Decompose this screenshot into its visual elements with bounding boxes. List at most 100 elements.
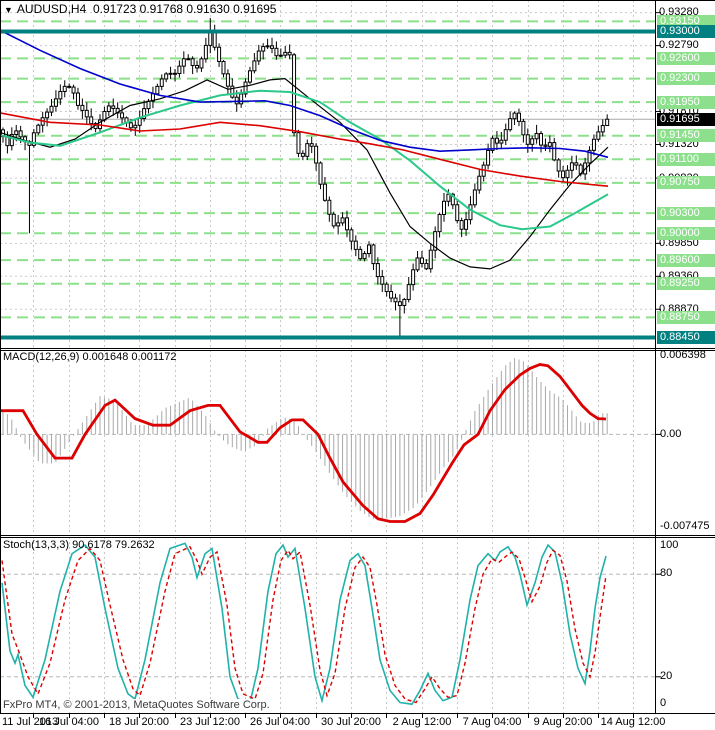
candle-body bbox=[512, 112, 517, 120]
time-axis-label: 16 Jul 04:00 bbox=[39, 716, 99, 728]
candle-body bbox=[428, 249, 433, 270]
chart-canvas[interactable] bbox=[0, 0, 715, 730]
candle-body bbox=[380, 276, 385, 285]
time-axis-label: 14 Aug 12:00 bbox=[600, 716, 666, 728]
candle-body bbox=[362, 253, 367, 260]
candle-body bbox=[146, 100, 151, 110]
candle-body bbox=[464, 219, 469, 230]
price-axis-label: 0.91950 bbox=[657, 95, 715, 109]
candle-body bbox=[283, 51, 288, 56]
time-axis-label: 9 Aug 20:00 bbox=[533, 716, 593, 728]
stoch-axis-20: 20 bbox=[660, 670, 673, 682]
candle-body bbox=[265, 45, 270, 48]
candle-body bbox=[133, 124, 138, 129]
candle-body bbox=[137, 117, 142, 126]
candle-body bbox=[336, 222, 341, 227]
price-axis-label: 0.90000 bbox=[657, 226, 715, 240]
candle-body bbox=[384, 283, 389, 293]
candle-body bbox=[53, 98, 58, 107]
macd-axis-max: 0.006398 bbox=[660, 349, 706, 361]
candle-body bbox=[14, 130, 19, 136]
candle-body bbox=[247, 70, 252, 83]
candle-body bbox=[225, 73, 230, 87]
candle-body bbox=[322, 183, 327, 201]
current-price-label: 0.91695 bbox=[657, 112, 715, 126]
candle-body bbox=[508, 118, 513, 131]
ma-fast-black bbox=[0, 77, 609, 270]
candle-body bbox=[574, 162, 579, 166]
price-axis-label: 0.93000 bbox=[657, 25, 715, 38]
candle-body bbox=[389, 291, 394, 299]
price-axis-label: 0.88450 bbox=[657, 331, 715, 344]
candle-body bbox=[552, 142, 557, 161]
quote-ohlc-label: 0.91723 0.91768 0.91630 0.91695 bbox=[92, 2, 277, 16]
candle-body bbox=[596, 131, 601, 140]
candle-body bbox=[591, 138, 596, 151]
candle-body bbox=[494, 137, 499, 144]
candle-body bbox=[261, 46, 266, 52]
candle-body bbox=[177, 65, 182, 75]
candle-body bbox=[455, 204, 460, 222]
copyright-label: FxPro MT4, © 2001-2013, MetaQuotes Softw… bbox=[3, 699, 274, 712]
candle-body bbox=[472, 189, 477, 206]
candle-body bbox=[327, 199, 332, 215]
candle-body bbox=[569, 162, 574, 171]
time-axis-label: 2 Aug 12:00 bbox=[392, 716, 452, 728]
candle-body bbox=[468, 204, 473, 221]
candle-body bbox=[309, 143, 314, 147]
candle-body bbox=[393, 297, 398, 303]
macd-indicator-label: MACD(12,26,9) 0.001648 0.001172 bbox=[3, 351, 177, 363]
candle-body bbox=[18, 130, 23, 138]
candle-body bbox=[406, 284, 411, 300]
candle-body bbox=[36, 124, 41, 134]
candle-body bbox=[159, 78, 164, 87]
ma-red bbox=[0, 112, 609, 187]
macd-axis-zero: 0.00 bbox=[660, 428, 682, 440]
candle-body bbox=[287, 51, 292, 56]
time-axis-label: 23 Jul 12:00 bbox=[180, 716, 240, 728]
chart-title: ▼ AUDUSD,H4 0.91723 0.91768 0.91630 0.916… bbox=[4, 3, 276, 17]
candle-body bbox=[49, 105, 54, 113]
price-axis-label: 0.90750 bbox=[657, 176, 715, 190]
price-axis-label: 0.91450 bbox=[657, 129, 715, 143]
stoch-axis-80: 80 bbox=[660, 567, 673, 579]
candle-body bbox=[499, 139, 504, 144]
symbol-period-label: AUDUSD,H4 bbox=[16, 2, 87, 16]
candle-body bbox=[561, 170, 566, 179]
candle-body bbox=[120, 112, 125, 119]
candle-body bbox=[84, 109, 89, 118]
candle-body bbox=[256, 50, 261, 62]
price-axis-label: 0.92300 bbox=[657, 72, 715, 86]
candle-body bbox=[521, 120, 526, 136]
time-axis-label: 18 Jul 20:00 bbox=[109, 716, 169, 728]
candle-body bbox=[168, 72, 173, 75]
candle-body bbox=[80, 104, 85, 111]
candle-body bbox=[367, 244, 372, 255]
candle-body bbox=[411, 269, 416, 286]
candle-body bbox=[349, 229, 354, 242]
price-axis-label: 0.89600 bbox=[657, 253, 715, 267]
candle-body bbox=[212, 31, 217, 48]
candle-body bbox=[58, 90, 63, 100]
candle-body bbox=[486, 149, 491, 166]
candle-body bbox=[234, 96, 239, 105]
candle-body bbox=[270, 45, 275, 49]
price-axis-label: 0.92600 bbox=[657, 51, 715, 65]
candle-body bbox=[358, 248, 363, 260]
candle-body bbox=[195, 64, 200, 69]
candle-body bbox=[331, 213, 336, 227]
candle-body bbox=[278, 54, 283, 57]
candle-body bbox=[530, 138, 535, 145]
candle-body bbox=[543, 144, 548, 147]
candle-body bbox=[556, 159, 561, 172]
stochastic-pane bbox=[0, 537, 656, 713]
candle-body bbox=[419, 257, 424, 264]
symbol-dropdown-icon[interactable]: ▼ bbox=[4, 5, 13, 15]
candle-body bbox=[106, 105, 111, 112]
candle-body bbox=[155, 85, 160, 95]
candle-body bbox=[67, 85, 72, 88]
candle-body bbox=[221, 60, 226, 75]
candle-body bbox=[164, 73, 169, 80]
candle-body bbox=[600, 125, 605, 133]
candle-body bbox=[274, 47, 279, 57]
